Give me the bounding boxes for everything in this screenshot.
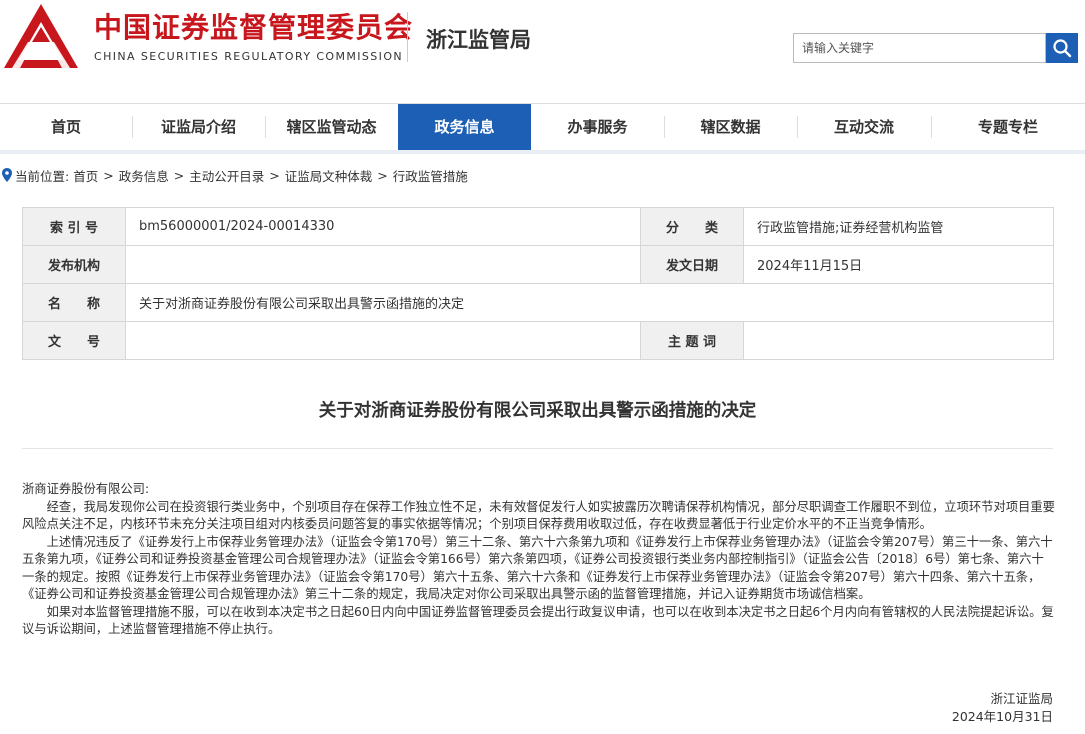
search-icon: [1053, 39, 1072, 58]
site-title-en: CHINA SECURITIES REGULATORY COMMISSION: [94, 50, 404, 63]
bureau-name[interactable]: 浙江监管局: [426, 24, 531, 54]
breadcrumb-separator: >: [103, 167, 114, 183]
document-info-table: 索 引 号 bm56000001/2024-00014330 分 类 行政监管措…: [22, 207, 1054, 360]
docno-label: 文 号: [22, 321, 126, 360]
breadcrumb-gov-info[interactable]: 政务信息: [119, 166, 169, 185]
paragraph-findings: 经查，我局发现你公司在投资银行类业务中，个别项目存在保荐工作独立性不足，未有效督…: [22, 499, 1055, 532]
breadcrumb: 当前位置: 首页 > 政务信息 > 主动公开目录 > 证监局文种体裁 > 行政监…: [0, 166, 468, 184]
location-pin-icon: [2, 168, 12, 182]
table-row: 索 引 号 bm56000001/2024-00014330 分 类 行政监管措…: [22, 207, 1054, 246]
index-value: bm56000001/2024-00014330: [125, 207, 641, 246]
breadcrumb-doc-type[interactable]: 证监局文种体裁: [285, 166, 373, 185]
name-label: 名 称: [22, 283, 126, 322]
table-row: 文 号 主 题 词: [22, 321, 1054, 360]
breadcrumb-current[interactable]: 行政监管措施: [393, 166, 468, 185]
table-row: 发布机构 发文日期 2024年11月15日: [22, 245, 1054, 284]
breadcrumb-separator: >: [173, 167, 185, 183]
article-title: 关于对浙商证券股份有限公司采取出具警示函措施的决定: [318, 401, 757, 421]
site-header: 中国证券监督管理委员会 CHINA SECURITIES REGULATORY …: [0, 0, 1085, 103]
breadcrumb-separator: >: [377, 167, 388, 183]
breadcrumb-catalog[interactable]: 主动公开目录: [189, 166, 264, 185]
nav-item-data[interactable]: 辖区数据: [664, 104, 797, 151]
main-nav: 首页 证监局介绍 辖区监管动态 政务信息 办事服务 辖区数据 互动交流 专题专栏: [0, 103, 1085, 154]
title-divider: [22, 448, 1053, 449]
table-row: 名 称 关于对浙商证券股份有限公司采取出具警示函措施的决定: [22, 283, 1054, 322]
breadcrumb-prefix: 当前位置:: [15, 168, 70, 184]
signer: 浙江证监局: [990, 691, 1053, 706]
publisher-label: 发布机构: [22, 245, 126, 284]
nav-item-gov-info[interactable]: 政务信息: [398, 104, 531, 151]
nav-item-interaction[interactable]: 互动交流: [797, 104, 931, 151]
header-divider: [407, 12, 408, 62]
csrc-logo-icon[interactable]: [2, 2, 80, 72]
subject-label: 主 题 词: [640, 321, 744, 360]
publisher-value: [125, 245, 641, 284]
sign-date: 2024年10月31日: [951, 709, 1053, 724]
site-title-cn[interactable]: 中国证券监督管理委员会: [94, 6, 413, 46]
search-button[interactable]: [1046, 33, 1078, 63]
nav-item-special[interactable]: 专题专栏: [931, 104, 1085, 151]
nav-item-home[interactable]: 首页: [0, 104, 132, 151]
nav-bottom-stripe: [0, 150, 1085, 154]
nav-item-dynamics[interactable]: 辖区监管动态: [265, 104, 398, 151]
nav-item-services[interactable]: 办事服务: [531, 104, 664, 151]
breadcrumb-home[interactable]: 首页: [73, 166, 98, 185]
date-value: 2024年11月15日: [743, 245, 1054, 284]
name-value: 关于对浙商证券股份有限公司采取出具警示函措施的决定: [125, 283, 1054, 322]
category-value: 行政监管措施;证券经营机构监管: [743, 207, 1054, 246]
signature-block: 浙江证监局 2024年10月31日: [952, 690, 1053, 726]
addressee: 浙商证券股份有限公司:: [22, 482, 150, 496]
index-label: 索 引 号: [22, 207, 126, 246]
nav-item-intro[interactable]: 证监局介绍: [132, 104, 265, 151]
search-input[interactable]: [793, 33, 1046, 63]
docno-value: [125, 321, 641, 360]
breadcrumb-separator: >: [269, 167, 280, 183]
paragraph-appeal: 如果对本监督管理措施不服，可以在收到本决定书之日起60日内向中国证券监督管理委员…: [22, 604, 1054, 637]
date-label: 发文日期: [640, 245, 744, 284]
subject-value: [743, 321, 1054, 360]
paragraph-violations: 上述情况违反了《证券发行上市保荐业务管理办法》（证监会令第170号）第三十二条、…: [22, 534, 1053, 602]
category-label: 分 类: [640, 207, 744, 246]
article-body: 浙商证券股份有限公司: 经查，我局发现你公司在投资银行类业务中，个别项目存在保荐…: [22, 481, 1055, 639]
